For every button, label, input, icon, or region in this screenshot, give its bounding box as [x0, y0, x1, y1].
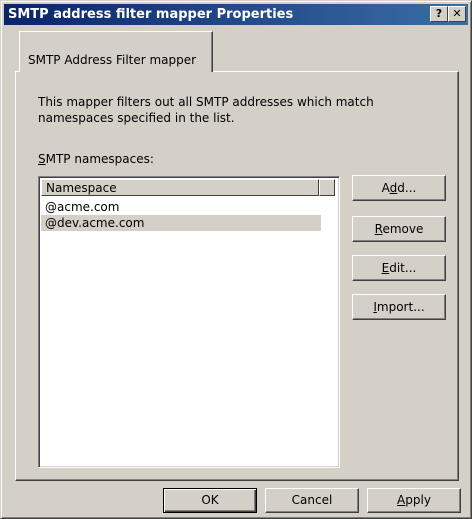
description-line-2: namespaces specified in the list. — [38, 111, 235, 125]
help-button[interactable]: ? — [430, 6, 448, 22]
label-rest: MTP namespaces: — [45, 152, 154, 166]
description: This mapper filters out all SMTP address… — [38, 94, 438, 126]
add-label-pre: A — [381, 181, 390, 195]
properties-dialog: SMTP address filter mapper Properties ? … — [0, 0, 472, 519]
list-item-selected[interactable]: @dev.acme.com — [41, 215, 321, 231]
smtp-namespaces-label: SMTP namespaces: — [38, 152, 154, 166]
remove-label-post: emove — [382, 222, 424, 236]
title-bar[interactable]: SMTP address filter mapper Properties ? … — [4, 4, 468, 25]
column-header-namespace[interactable]: Namespace — [41, 179, 319, 196]
mnemonic-s: S — [38, 152, 46, 166]
import-label-post: mport... — [376, 300, 425, 314]
description-line-1: This mapper filters out all SMTP address… — [38, 95, 374, 109]
ok-button[interactable]: OK — [163, 488, 257, 513]
add-label-post: d... — [397, 181, 417, 195]
import-button[interactable]: Import... — [352, 294, 446, 320]
tab-smtp-address-filter-mapper[interactable]: SMTP Address Filter mapper — [19, 31, 213, 72]
namespace-list[interactable]: Namespace @acme.com @dev.acme.com — [38, 176, 340, 468]
close-button[interactable]: ✕ — [448, 6, 466, 22]
apply-button[interactable]: Apply — [367, 488, 461, 513]
column-header-filler — [319, 179, 335, 196]
cancel-button[interactable]: Cancel — [265, 488, 359, 513]
list-item[interactable]: @acme.com — [41, 199, 321, 215]
edit-label-post: dit... — [389, 261, 417, 275]
remove-button[interactable]: Remove — [352, 216, 446, 242]
apply-label-post: pply — [405, 493, 431, 507]
window-title: SMTP address filter mapper Properties — [8, 7, 294, 22]
tab-panel: This mapper filters out all SMTP address… — [15, 71, 459, 481]
edit-button[interactable]: Edit... — [352, 255, 446, 281]
add-button[interactable]: Add... — [352, 175, 446, 201]
tab-label: SMTP Address Filter mapper — [28, 53, 197, 67]
